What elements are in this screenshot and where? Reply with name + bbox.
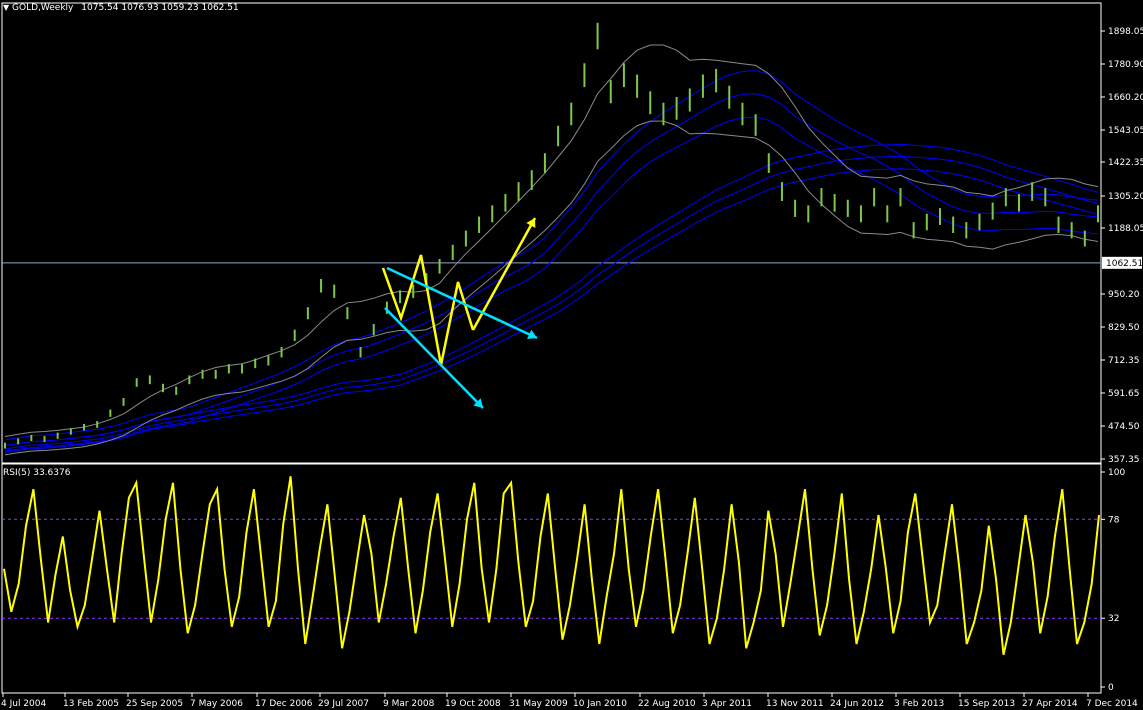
time-axis-label: 10 Jan 2010 <box>573 699 627 709</box>
ohlc-values: 1075.54 1076.93 1059.23 1062.51 <box>81 3 239 13</box>
rsi-axis-label: 32 <box>1108 614 1119 624</box>
time-axis-label: 31 May 2009 <box>509 699 568 709</box>
envelope-line <box>4 143 1099 447</box>
price-axis-label: 1543.05 <box>1108 126 1143 136</box>
price-axis-label: 950.20 <box>1108 290 1140 300</box>
envelope-line <box>4 168 1099 453</box>
time-axis-label: 13 Feb 2005 <box>63 699 119 709</box>
price-axis-label: 829.50 <box>1108 323 1140 333</box>
time-axis-label: 22 Aug 2010 <box>638 699 696 709</box>
menu-triangle-icon[interactable]: ▼ <box>3 3 9 12</box>
time-axis-label: 15 Sep 2013 <box>958 699 1015 709</box>
envelope-line <box>4 70 1099 441</box>
rsi-axis-label: 0 <box>1108 683 1114 693</box>
price-axis-label: 1660.20 <box>1108 93 1143 103</box>
time-axis-label: 24 Jun 2012 <box>830 699 884 709</box>
time-axis-label: 7 Dec 2014 <box>1086 699 1138 709</box>
time-axis-label: 19 Oct 2008 <box>445 699 501 709</box>
rsi-line <box>3 476 1100 656</box>
time-axis-label: 3 Apr 2011 <box>702 699 752 709</box>
price-pane-frame <box>1 2 1102 464</box>
chart-window[interactable]: 1898.05 1780.90 1660.20 1543.05 1422.35 1305.… <box>0 0 1143 710</box>
time-axis-label: 9 Mar 2008 <box>383 699 435 709</box>
time-axis-label: 27 Apr 2014 <box>1022 699 1078 709</box>
time-axis-label: 29 Jul 2007 <box>318 699 369 709</box>
time-axis-label: 3 Feb 2013 <box>894 699 944 709</box>
price-axis-label: 591.65 <box>1108 389 1140 399</box>
price-axis-label: 712.35 <box>1108 356 1140 366</box>
time-axis-label: 7 May 2006 <box>190 699 243 709</box>
time-axis-label: 4 Jul 2004 <box>1 699 46 709</box>
chart-header: ▼ GOLD,Weekly 1075.54 1076.93 1059.23 10… <box>3 3 239 17</box>
rsi-pane-frame <box>1 463 1102 694</box>
rsi-axis-label: 100 <box>1108 468 1125 478</box>
price-chart[interactable]: 1898.05 1780.90 1660.20 1543.05 1422.35 1305.… <box>0 0 1143 710</box>
band-line <box>4 44 1099 437</box>
price-axis-label: 474.50 <box>1108 422 1140 432</box>
rsi-label: RSI(5) 33.6376 <box>3 468 71 478</box>
price-axis-label: 1422.35 <box>1108 158 1143 168</box>
price-axis-label: 1898.05 <box>1108 27 1143 37</box>
symbol-period: GOLD,Weekly <box>12 3 74 13</box>
time-axis-label: 17 Dec 2006 <box>255 699 313 709</box>
envelope-line <box>4 116 1099 452</box>
rsi-axis-label: 78 <box>1108 515 1120 525</box>
price-axis-label: 1305.20 <box>1108 192 1143 202</box>
time-axis-label: 25 Sep 2005 <box>126 699 183 709</box>
cyan-upper-trendline[interactable] <box>386 266 538 340</box>
price-axis-label: 1188.05 <box>1108 224 1143 234</box>
price-axis-label: 1780.90 <box>1108 60 1143 70</box>
time-axis-label: 13 Nov 2011 <box>766 699 824 709</box>
envelope-line <box>4 155 1099 450</box>
price-axis-label: 357.35 <box>1108 455 1140 465</box>
current-price-label: 1062.51 <box>1106 259 1143 269</box>
